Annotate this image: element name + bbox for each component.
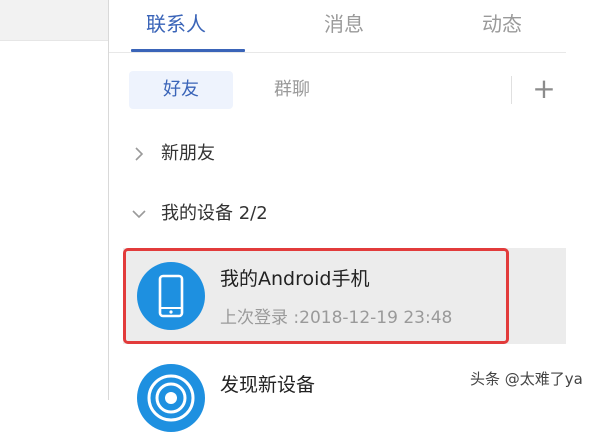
subtabs-divider [511,76,512,104]
left-pane [0,0,108,400]
chevron-right-icon [135,147,144,161]
chevron-down-icon [132,210,146,219]
left-header-strip [0,0,108,41]
tabs-divider [109,52,566,53]
subtab-friends[interactable]: 好友 [129,71,233,109]
tab-contacts[interactable]: 联系人 [129,6,223,42]
add-button[interactable]: + [529,70,559,108]
tab-messages[interactable]: 消息 [297,6,391,42]
group-label-new-friends: 新朋友 [161,143,215,164]
group-my-devices[interactable]: 我的设备 2/2 [109,194,566,234]
device-name: 我的Android手机 [220,268,370,290]
group-label-my-devices: 我的设备 2/2 [161,203,268,224]
right-edge [566,0,600,400]
main-tabs: 联系人 消息 动态 [109,0,566,52]
device-last-login: 上次登录 :2018-12-19 23:48 [220,308,453,328]
signal-icon [137,364,205,432]
group-new-friends[interactable]: 新朋友 [109,134,566,174]
phone-icon [137,262,205,330]
watermark-text: 头条 @太难了ya [470,370,583,388]
contacts-panel: 联系人 消息 动态 好友 群聊 + 新朋友 我的设备 2/2 我的Android… [109,0,566,432]
tab-moments[interactable]: 动态 [455,6,549,42]
device-item-android[interactable]: 我的Android手机 上次登录 :2018-12-19 23:48 [123,248,566,344]
subtab-groups[interactable]: 群聊 [259,71,325,109]
sub-tabs: 好友 群聊 + [109,66,566,114]
discover-device-name: 发现新设备 [220,374,316,396]
